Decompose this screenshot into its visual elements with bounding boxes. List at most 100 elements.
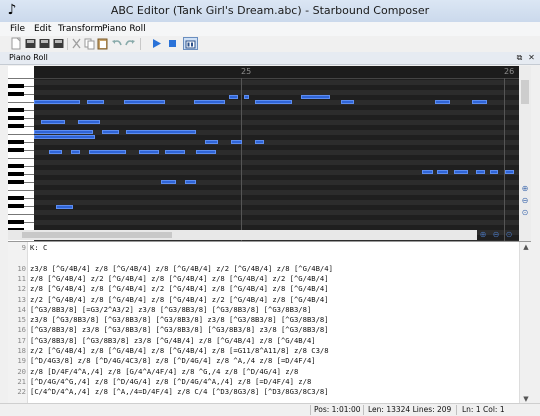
note-block[interactable]: [434, 100, 451, 104]
black-key[interactable]: [8, 124, 24, 128]
code-line[interactable]: [^G3/8B3/8] [=G3/2^A3/2] z3/8 [^G3/8B3/8…: [30, 305, 311, 314]
code-line[interactable]: z/2 [^G/4B/4] z/8 [^G/4B/4] z/8 [^G/4B/4…: [30, 295, 329, 304]
note-block[interactable]: [476, 170, 486, 174]
note-block[interactable]: [165, 150, 186, 154]
note-block[interactable]: [436, 170, 448, 174]
zoom-out-icon[interactable]: ⊖: [491, 230, 501, 240]
zoom-reset-icon[interactable]: ⊙: [504, 230, 514, 240]
code-line[interactable]: [^D/4G/4^G,/4] z/8 [^D/4G/4] z/8 [^D/4G/…: [30, 377, 311, 386]
save-all-icon[interactable]: [52, 37, 65, 50]
zoom-out-icon[interactable]: ⊖: [520, 196, 530, 206]
note-block[interactable]: [86, 100, 105, 104]
note-block[interactable]: [193, 100, 225, 104]
close-icon[interactable]: ✕: [527, 53, 536, 62]
note-block[interactable]: [204, 140, 218, 144]
redo-icon[interactable]: [124, 37, 137, 50]
code-line[interactable]: z3/8 [^G3/8B3/8] [^G3/8B3/8] [^G3/8B3/8]…: [30, 315, 329, 324]
white-key[interactable]: [8, 158, 34, 159]
editor-scrollbar[interactable]: ▲ ▼: [519, 242, 531, 404]
code-line[interactable]: z/8 [^G/4B/4] z/8 [^G/4B/4] z/2 [^G/4B/4…: [30, 284, 329, 293]
note-block[interactable]: [55, 205, 74, 209]
menu-transform[interactable]: Transform: [58, 22, 103, 36]
scroll-thumb[interactable]: [22, 232, 172, 238]
note-block[interactable]: [123, 100, 166, 104]
note-block[interactable]: [228, 95, 238, 99]
note-block[interactable]: [255, 100, 293, 104]
note-block[interactable]: [196, 150, 216, 154]
save-icon[interactable]: [38, 37, 51, 50]
note-block[interactable]: [77, 120, 100, 124]
piano-roll-toggle-icon[interactable]: [183, 37, 198, 50]
black-key[interactable]: [8, 196, 24, 200]
code-line[interactable]: z3/8 [^G/4B/4] z/8 [^G/4B/4] z/8 [^G/4B/…: [30, 264, 333, 273]
zoom-in-icon[interactable]: ⊕: [520, 184, 530, 194]
black-key[interactable]: [8, 140, 24, 144]
code-line[interactable]: z/8 [^G/4B/4] z/2 [^G/4B/4] z/8 [^G/4B/4…: [30, 274, 329, 283]
black-key[interactable]: [8, 180, 24, 184]
black-key[interactable]: [8, 116, 24, 120]
note-block[interactable]: [454, 170, 468, 174]
code-line[interactable]: [C/4^D/4^A,/4] z/8 [^A,/4=D/4F/4] z/8 C/…: [30, 387, 329, 396]
note-block[interactable]: [489, 170, 499, 174]
white-key[interactable]: [8, 190, 34, 191]
note-grid[interactable]: 25 26: [34, 66, 519, 242]
white-key[interactable]: [8, 134, 34, 135]
vertical-scrollbar[interactable]: ⊕ ⊖ ⊙: [519, 66, 531, 242]
note-block[interactable]: [88, 150, 126, 154]
black-key[interactable]: [8, 220, 24, 224]
note-block[interactable]: [255, 140, 264, 144]
note-block[interactable]: [340, 100, 354, 104]
new-file-icon[interactable]: [10, 37, 23, 50]
note-block[interactable]: [40, 120, 65, 124]
note-block[interactable]: [125, 130, 197, 134]
menu-piano-roll[interactable]: Piano Roll: [102, 22, 146, 36]
note-block[interactable]: [71, 150, 80, 154]
white-key[interactable]: [8, 78, 34, 79]
note-block[interactable]: [244, 95, 250, 99]
cut-icon[interactable]: [70, 37, 83, 50]
undo-icon[interactable]: [110, 37, 123, 50]
timeline-ruler[interactable]: 25 26: [34, 66, 519, 79]
code-line[interactable]: K: C: [30, 243, 47, 252]
zoom-in-icon[interactable]: ⊕: [478, 230, 488, 240]
note-block[interactable]: [139, 150, 159, 154]
copy-icon[interactable]: [83, 37, 96, 50]
note-block[interactable]: [161, 180, 177, 184]
piano-roll-canvas[interactable]: 25 26 ⊕ ⊖ ⊙: [8, 66, 531, 242]
white-key[interactable]: [8, 102, 34, 103]
scroll-up-icon[interactable]: ▲: [520, 242, 531, 252]
piano-keyboard[interactable]: [8, 66, 34, 242]
black-key[interactable]: [8, 172, 24, 176]
zoom-reset-icon[interactable]: ⊙: [520, 208, 530, 218]
note-block[interactable]: [49, 150, 63, 154]
scroll-thumb[interactable]: [521, 80, 529, 104]
note-block[interactable]: [34, 130, 94, 134]
black-key[interactable]: [8, 204, 24, 208]
horizontal-scrollbar[interactable]: [8, 230, 477, 240]
note-block[interactable]: [231, 140, 243, 144]
code-line[interactable]: [^G3/8B3/8] [^G3/8B3/8] z3/8 [^G/4B/4] z…: [30, 336, 316, 345]
menu-file[interactable]: File: [10, 22, 25, 36]
note-block[interactable]: [185, 180, 197, 184]
note-block[interactable]: [472, 100, 488, 104]
code-line[interactable]: z/2 [^G/4B/4] z/8 [^G/4B/4] z/8 [^G/4B/4…: [30, 346, 329, 355]
white-key[interactable]: [8, 214, 34, 215]
note-block[interactable]: [34, 100, 80, 104]
black-key[interactable]: [8, 84, 24, 88]
pin-icon[interactable]: ⧉: [515, 53, 524, 62]
note-block[interactable]: [101, 130, 120, 134]
menu-edit[interactable]: Edit: [34, 22, 51, 36]
code-line[interactable]: [^G3/8B3/8] z3/8 [^G3/8B3/8] [^G3/8B3/8]…: [30, 325, 329, 334]
code-line[interactable]: [^D/4G3/8] z/8 [^D/4G/4C3/8] z/8 [^D/4G/…: [30, 356, 316, 365]
note-block[interactable]: [421, 170, 433, 174]
abc-text-editor[interactable]: ▲ ▼ 9 K: C 10 z3/8 [^G/4B/4] z/8 [^G/4B/4] …: [8, 241, 531, 404]
black-key[interactable]: [8, 92, 24, 96]
black-key[interactable]: [8, 108, 24, 112]
paste-icon[interactable]: [96, 37, 109, 50]
play-icon[interactable]: [150, 37, 163, 50]
black-key[interactable]: [8, 164, 24, 168]
code-line[interactable]: z/8 [D/4F/4^A,/4] z/8 [G/4^A/4F/4] z/8 ^…: [30, 367, 298, 376]
open-icon[interactable]: [24, 37, 37, 50]
black-key[interactable]: [8, 148, 24, 152]
note-block[interactable]: [301, 95, 330, 99]
